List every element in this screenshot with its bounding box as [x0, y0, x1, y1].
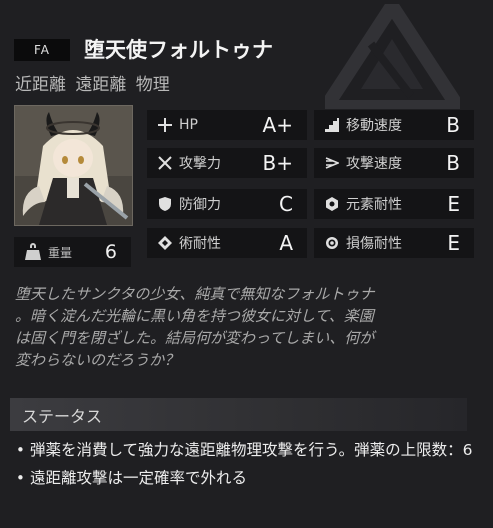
stat-element-resistance: 元素耐性 E [314, 189, 474, 219]
stat-grade: B [446, 113, 460, 137]
bullet-icon: • [16, 469, 25, 487]
stat-attack: 攻撃力 B+ [147, 148, 307, 178]
status-title: ステータス [22, 406, 103, 426]
stat-grade: B [446, 151, 460, 175]
operator-name: 堕天使フォルトゥナ [84, 38, 273, 62]
stat-defense: 防御力 C [147, 189, 307, 219]
trait-item: • 弾薬を消費して強力な遠距離物理攻撃を行う。弾薬の上限数：6 [16, 439, 486, 462]
stat-grade: A+ [262, 113, 293, 137]
weight-value: 6 [104, 241, 117, 263]
stairs-icon [324, 117, 340, 133]
faction-emblem-icon [325, 4, 460, 109]
diamond-icon [157, 235, 173, 251]
trait-list: • 弾薬を消費して強力な遠距離物理攻撃を行う。弾薬の上限数：6 • 遠距離攻撃は一定… [16, 439, 486, 495]
description-line: 。暗く淀んだ光輪に黒い角を持つ彼女に対して、楽園 [15, 307, 374, 325]
stat-label: 攻撃速度 [346, 156, 402, 172]
stat-damage-resistance: 損傷耐性 E [314, 228, 474, 258]
trait-text: 弾薬を消費して強力な遠距離物理攻撃を行う。弾薬の上限数：6 [30, 441, 473, 459]
trait-item: • 遠距離攻撃は一定確率で外れる [16, 467, 486, 490]
weight-row: 重量 6 [14, 237, 131, 267]
operator-description: 堕天したサンクタの少女、純真で無知なフォルトゥナ 。暗く淀んだ光輪に黒い角を持つ… [15, 283, 485, 371]
stat-label: 防御力 [179, 197, 221, 213]
ring-icon [324, 235, 340, 251]
crossed-swords-icon [157, 155, 173, 171]
weight-icon [25, 243, 41, 260]
stat-label: 術耐性 [179, 236, 221, 252]
stat-label: 攻撃力 [179, 156, 221, 172]
stat-grade: E [447, 231, 460, 255]
stat-grade: E [447, 192, 460, 216]
bullet-icon: • [16, 441, 25, 459]
stat-arts-resistance: 術耐性 A [147, 228, 307, 258]
stat-label: 元素耐性 [346, 197, 402, 213]
stat-label: 移動速度 [346, 118, 402, 134]
stat-move-speed: 移動速度 B [314, 110, 474, 140]
description-line: 堕天したサンクタの少女、純真で無知なフォルトゥナ [15, 285, 375, 303]
status-section-header: ステータス [10, 398, 467, 431]
trait-text: 遠距離攻撃は一定確率で外れる [30, 469, 248, 487]
stat-label: HP [179, 117, 198, 133]
operator-portrait [14, 105, 133, 226]
stat-attack-speed: 攻撃速度 B [314, 148, 474, 178]
stat-grade: B+ [262, 151, 293, 175]
stat-hp: HP A+ [147, 110, 307, 140]
operator-tags: 近距離 遠距離 物理 [15, 75, 170, 95]
operator-code-badge: FA [14, 39, 70, 61]
stat-grade: A [279, 231, 293, 255]
description-line: は固く門を閉ざした。結局何が変わってしまい、何が [15, 329, 375, 347]
weight-label: 重量 [48, 245, 73, 260]
speed-icon [324, 155, 340, 171]
stat-label: 損傷耐性 [346, 236, 402, 252]
plus-icon [157, 117, 173, 133]
element-icon [324, 196, 340, 212]
description-line: 変わらないのだろうか？ [15, 351, 180, 369]
shield-icon [157, 196, 173, 212]
stat-grade: C [279, 192, 293, 216]
